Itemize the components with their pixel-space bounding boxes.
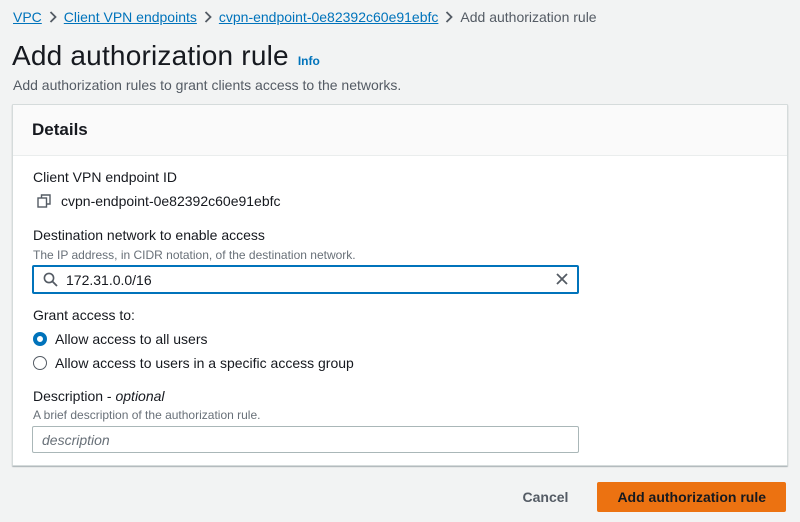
panel-title: Details (32, 120, 88, 139)
radio-option-all-users[interactable]: Allow access to all users (33, 331, 208, 347)
clear-icon[interactable] (555, 272, 569, 286)
radio-option-label: Allow access to users in a specific acce… (55, 355, 354, 371)
add-authorization-rule-button[interactable]: Add authorization rule (597, 482, 786, 512)
breadcrumb-endpoint-id[interactable]: cvpn-endpoint-0e82392c60e91ebfc (219, 9, 439, 25)
breadcrumb-current: Add authorization rule (460, 9, 597, 25)
radio-checked-icon[interactable] (33, 332, 47, 346)
breadcrumb-client-vpn-endpoints[interactable]: Client VPN endpoints (64, 9, 197, 25)
form-actions: Cancel Add authorization rule (509, 482, 786, 512)
details-panel: Details Client VPN endpoint ID cvpn-endp… (12, 104, 788, 466)
description-hint: A brief description of the authorization… (33, 408, 261, 422)
label-dash: - (103, 388, 116, 404)
optional-tag: optional (115, 388, 165, 404)
chevron-right-icon (42, 11, 64, 23)
destination-hint: The IP address, in CIDR notation, of the… (33, 248, 356, 262)
page-header: Add authorization rule Info (12, 40, 320, 72)
chevron-right-icon (197, 11, 219, 23)
chevron-right-icon (438, 11, 460, 23)
copy-icon[interactable] (37, 194, 51, 208)
info-link[interactable]: Info (298, 54, 320, 68)
destination-network-value[interactable]: 172.31.0.0/16 (66, 272, 152, 288)
endpoint-id-value: cvpn-endpoint-0e82392c60e91ebfc (61, 193, 281, 209)
breadcrumb-vpc[interactable]: VPC (13, 9, 42, 25)
endpoint-id-label: Client VPN endpoint ID (33, 169, 177, 185)
radio-option-label: Allow access to all users (55, 331, 208, 347)
grant-access-label: Grant access to: (33, 307, 135, 323)
search-icon (43, 272, 58, 287)
destination-label: Destination network to enable access (33, 227, 265, 243)
page-description: Add authorization rules to grant clients… (13, 77, 402, 93)
radio-option-access-group[interactable]: Allow access to users in a specific acce… (33, 355, 354, 371)
description-label-text: Description (33, 388, 104, 404)
description-label: Description - optional (33, 388, 165, 404)
page-title: Add authorization rule (12, 40, 289, 71)
panel-header: Details (13, 105, 787, 156)
description-placeholder[interactable]: description (42, 432, 110, 448)
endpoint-id-value-row: cvpn-endpoint-0e82392c60e91ebfc (37, 193, 281, 209)
radio-unchecked-icon[interactable] (33, 356, 47, 370)
description-input[interactable]: description (32, 426, 579, 453)
cancel-button[interactable]: Cancel (509, 483, 583, 511)
breadcrumb: VPC Client VPN endpoints cvpn-endpoint-0… (13, 7, 597, 27)
destination-network-input[interactable]: 172.31.0.0/16 (32, 265, 579, 294)
